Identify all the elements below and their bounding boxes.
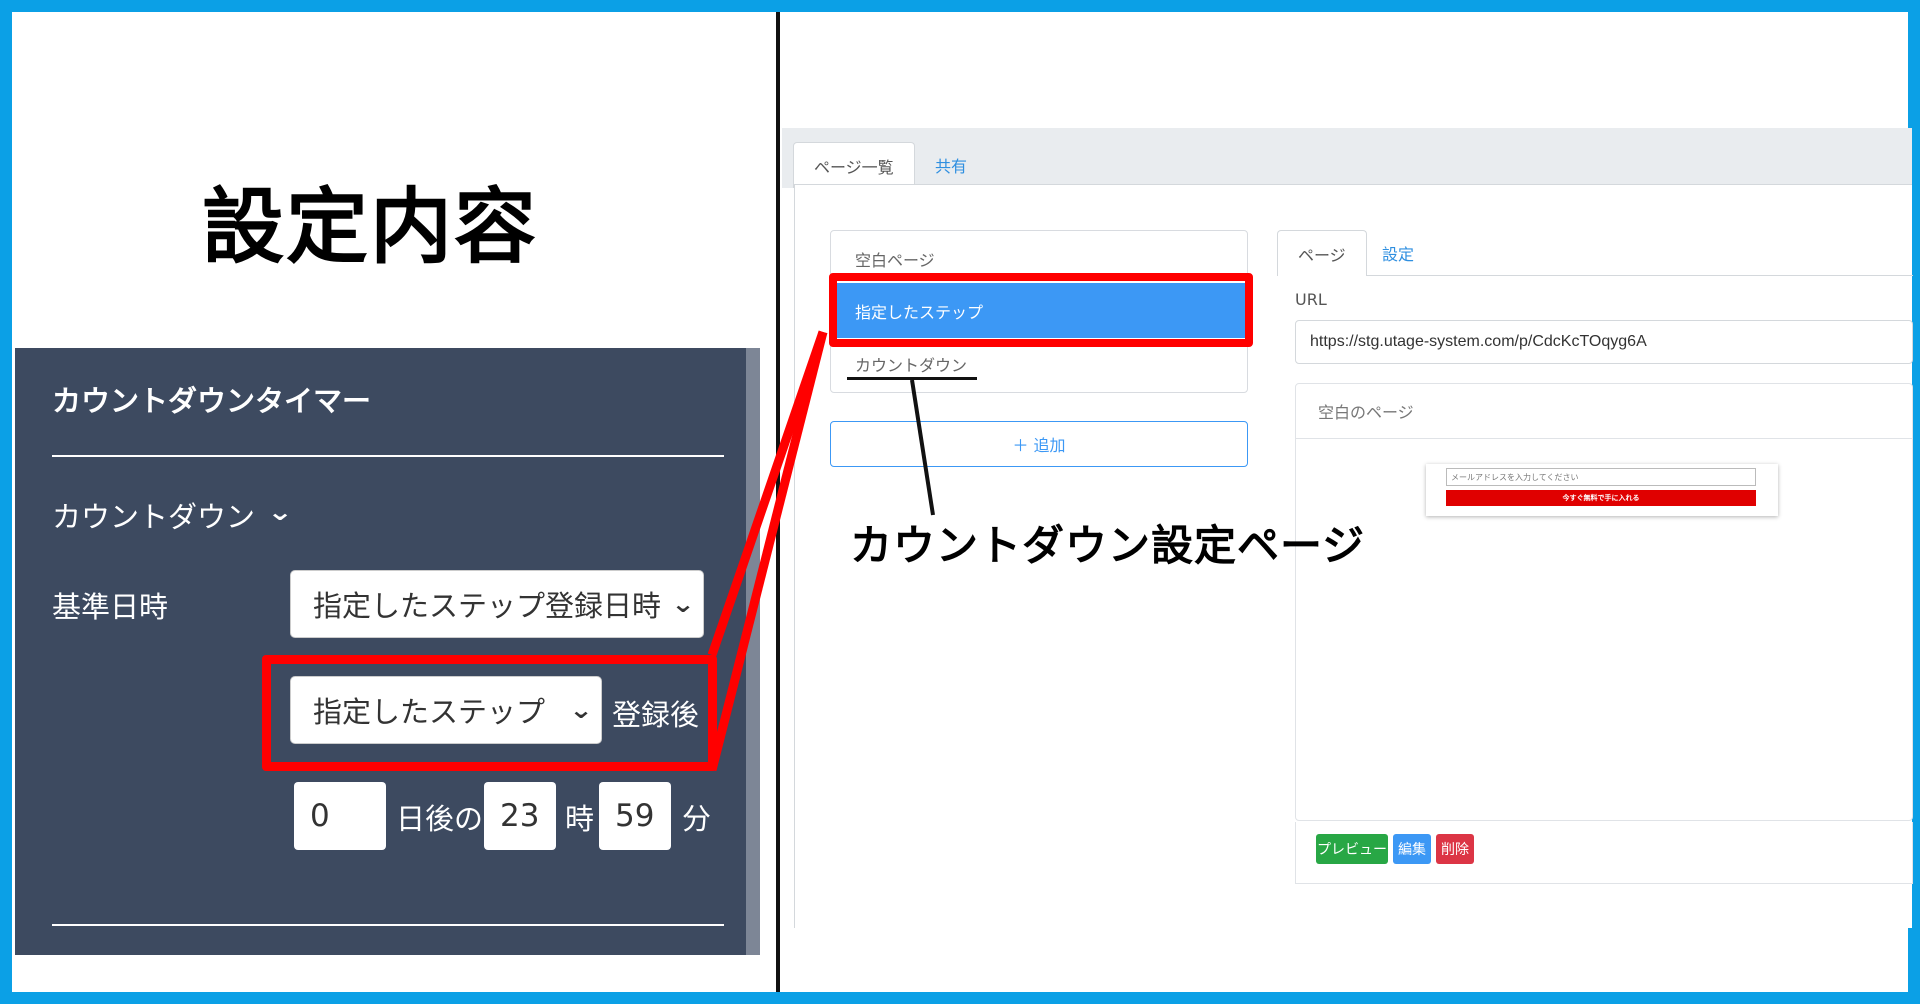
preview-card: 空白のページ メールアドレスを入力してください 今すぐ無料で手に入れる [1295, 383, 1913, 821]
annotation-underline [847, 377, 977, 380]
button-row: プレビュー 編集 削除 [1295, 822, 1913, 884]
preview-thumbnail: メールアドレスを入力してください 今すぐ無料で手に入れる [1426, 464, 1778, 516]
delete-button[interactable]: 削除 [1436, 834, 1474, 864]
tab-page[interactable]: ページ [1277, 230, 1367, 276]
scrollbar[interactable] [746, 348, 760, 955]
preview-button[interactable]: プレビュー [1316, 834, 1388, 864]
mini-email-input: メールアドレスを入力してください [1446, 468, 1756, 486]
highlight-box-list-item [829, 273, 1253, 347]
vertical-divider [776, 12, 780, 992]
url-label: URL [1295, 290, 1327, 309]
section-heading: 設定内容 [201, 180, 538, 275]
minutes-input[interactable]: 59 [599, 782, 671, 850]
divider-top [52, 455, 724, 457]
highlight-box-step-select [262, 655, 717, 771]
countdown-settings-panel: カウントダウンタイマー カウントダウン ⌄ 基準日時 指定したステップ登録日時 … [15, 348, 760, 955]
url-field[interactable]: https://stg.utage-system.com/p/CdcKcTOqy… [1295, 320, 1913, 364]
hours-suffix: 時 [565, 802, 595, 836]
panel-title: カウントダウンタイマー [52, 384, 372, 418]
base-datetime-label: 基準日時 [52, 590, 169, 624]
minutes-suffix: 分 [682, 802, 712, 836]
annotation-label: カウントダウン設定ページ [850, 521, 1366, 570]
countdown-label[interactable]: カウントダウン [52, 494, 255, 536]
edit-button[interactable]: 編集 [1393, 834, 1431, 864]
page-tabs: ページ 設定 [1277, 230, 1913, 276]
divider-bottom [52, 924, 724, 926]
chevron-down-icon: ⌄ [670, 590, 696, 618]
preview-title: 空白のページ [1296, 384, 1912, 439]
add-page-button[interactable]: ＋ 追加 [830, 421, 1248, 467]
days-suffix: 日後の [396, 802, 484, 836]
base-datetime-value: 指定したステップ登録日時 [313, 589, 662, 623]
days-input[interactable]: 0 [294, 782, 386, 850]
hours-input[interactable]: 23 [484, 782, 556, 850]
tab-settings[interactable]: 設定 [1362, 230, 1434, 276]
base-datetime-select[interactable]: 指定したステップ登録日時 ⌄ [290, 570, 704, 638]
chevron-down-icon[interactable]: ⌄ [267, 498, 293, 526]
mini-cta-button: 今すぐ無料で手に入れる [1446, 490, 1756, 506]
tab-share[interactable]: 共有 [915, 142, 987, 188]
tab-page-list[interactable]: ページ一覧 [793, 142, 915, 188]
